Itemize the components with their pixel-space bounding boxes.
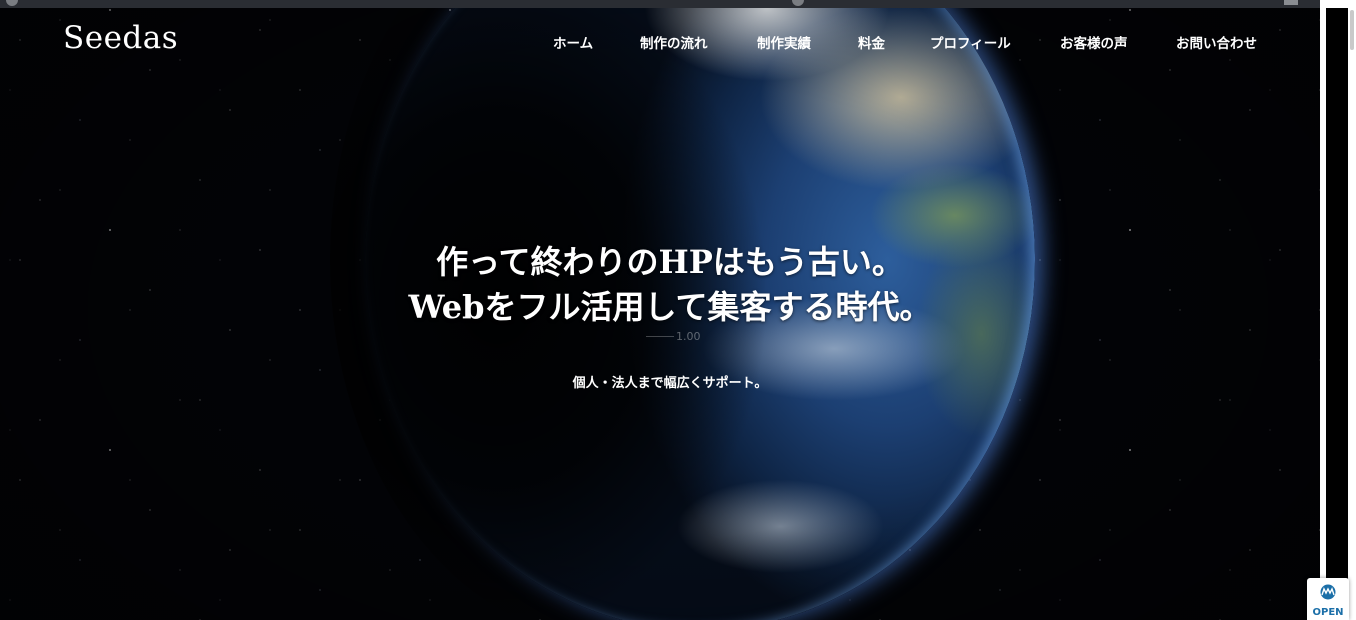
page: Seedas ホーム 制作の流れ 制作実績 料金 プロフィール お客様の声 お問…	[0, 0, 1356, 620]
nav-item-contact[interactable]: お問い合わせ	[1176, 32, 1257, 52]
video-speed-indicator: 1.00	[676, 330, 701, 343]
browser-top-strip	[0, 0, 1320, 8]
scrollbar-thumb[interactable]	[1350, 10, 1354, 50]
site-logo[interactable]: Seedas	[63, 20, 178, 56]
open-widget-label: OPEN	[1312, 607, 1344, 618]
hero-subtitle: 個人・法人まで幅広くサポート。	[572, 376, 768, 391]
nav-item-testimonials[interactable]: お客様の声	[1060, 32, 1128, 52]
hero-title-line-1: 作って終わりのHPはもう古い。	[436, 243, 904, 281]
hero-title: 作って終わりのHPはもう古い。 Webをフル活用して集客する時代。	[0, 240, 1340, 330]
nav-item-workflow[interactable]: 制作の流れ	[640, 32, 708, 52]
chat-widget-icon	[1320, 584, 1336, 600]
nav-item-home[interactable]: ホーム	[553, 32, 593, 52]
square-icon	[1284, 0, 1298, 5]
circle-icon	[792, 0, 804, 6]
circle-icon	[6, 0, 18, 6]
video-speed-line	[646, 336, 674, 337]
open-chat-widget[interactable]: OPEN	[1307, 578, 1349, 620]
nav-item-profile[interactable]: プロフィール	[930, 32, 1011, 52]
nav-item-pricing[interactable]: 料金	[858, 32, 885, 52]
scrollbar[interactable]	[1320, 0, 1356, 620]
scrollbar-track[interactable]	[1326, 8, 1348, 620]
hero-title-line-2: Webをフル活用して集客する時代。	[408, 288, 932, 326]
nav-item-works[interactable]: 制作実績	[757, 32, 811, 52]
